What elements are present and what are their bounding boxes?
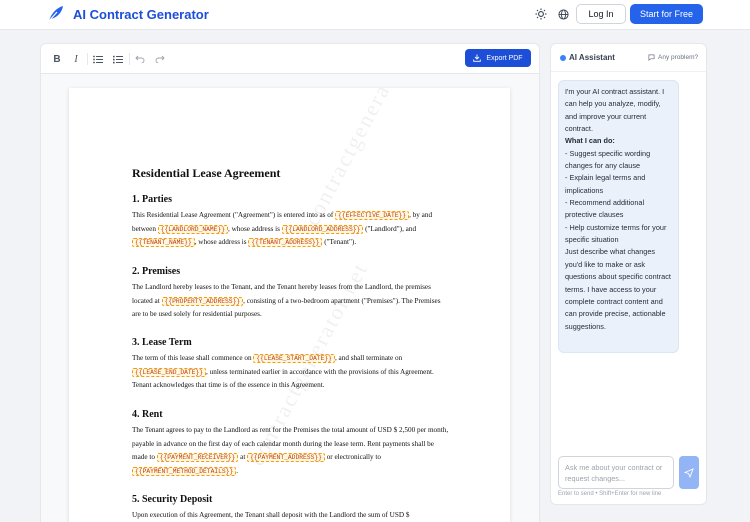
- assistant-message: I'm your AI contract assistant. I can he…: [558, 80, 679, 353]
- message-intro: I'm your AI contract assistant. I can he…: [565, 87, 665, 134]
- top-header: AI Contract Generator Log In Start for F…: [0, 0, 750, 30]
- section-paragraph[interactable]: Upon execution of this Agreement, the Te…: [132, 509, 450, 522]
- editor-panel: B I Export PDF contractgenerator.net con…: [40, 43, 540, 522]
- send-icon: [684, 467, 694, 478]
- assistant-header: AI Assistant Any problem?: [551, 44, 706, 72]
- placeholder-field[interactable]: {{LANDLORD_NAME}}: [157, 224, 228, 234]
- section-paragraph[interactable]: The Landlord hereby leases to the Tenant…: [132, 281, 450, 322]
- placeholder-field[interactable]: {{PAYMENT_METHOD_DETAILS}}: [132, 466, 237, 476]
- placeholder-field[interactable]: {{LANDLORD_ADDRESS}}: [281, 224, 364, 234]
- message-item: - Help customize terms for your specific…: [565, 222, 667, 245]
- section-heading: 5. Security Deposit: [132, 494, 213, 505]
- placeholder-field[interactable]: {{LEASE_START_DATE}}: [253, 354, 335, 363]
- bold-button[interactable]: B: [49, 51, 65, 67]
- placeholder-field[interactable]: {{TENANT_NAME}}: [132, 238, 195, 248]
- placeholder-field[interactable]: {{LEASE_END_DATE}}: [132, 367, 207, 377]
- assistant-title: AI Assistant: [569, 53, 615, 62]
- export-pdf-button[interactable]: Export PDF: [465, 49, 531, 67]
- message-heading: What I can do:: [565, 136, 615, 146]
- message-outro: Just describe what changes you'd like to…: [565, 247, 671, 331]
- message-item: - Suggest specific wording changes for a…: [565, 148, 651, 171]
- message-item: - Recommend additional protective clause…: [565, 198, 645, 220]
- editor-toolbar: B I Export PDF: [41, 44, 539, 74]
- section-heading: 1. Parties: [132, 194, 172, 205]
- chat-input[interactable]: Ask me about your contract or request ch…: [558, 456, 674, 489]
- section-paragraph[interactable]: The Tenant agrees to pay to the Landlord…: [132, 424, 450, 478]
- input-hint: Enter to send • Shift+Enter for new line: [558, 491, 662, 497]
- document-page[interactable]: contractgenerator.net contractgenerator.…: [69, 88, 510, 522]
- section-paragraph[interactable]: This Residential Lease Agreement ("Agree…: [132, 209, 450, 250]
- status-dot-icon: [560, 55, 566, 61]
- chat-bubble-icon: [648, 54, 655, 61]
- login-button[interactable]: Log In: [576, 4, 626, 24]
- any-problem-label: Any problem?: [658, 54, 699, 61]
- ai-assistant-panel: AI Assistant Any problem? I'm your AI co…: [550, 43, 707, 505]
- globe-icon[interactable]: [555, 6, 571, 22]
- any-problem-link[interactable]: Any problem?: [648, 54, 698, 61]
- placeholder-field[interactable]: {{PROPERTY_ADDRESS}}: [161, 296, 244, 306]
- send-button[interactable]: [679, 456, 699, 489]
- placeholder-field[interactable]: {{PAYMENT_ADDRESS}}: [247, 453, 325, 463]
- undo-icon[interactable]: [132, 51, 148, 67]
- toolbar-divider: [129, 53, 130, 65]
- section-paragraph[interactable]: The term of this lease shall commence on…: [132, 352, 450, 393]
- placeholder-field[interactable]: {{PAYMENT_RECEIVER}}: [156, 453, 239, 463]
- placeholder-field[interactable]: {{TENANT_ADDRESS}}: [248, 238, 323, 248]
- section-heading: 3. Lease Term: [132, 337, 192, 348]
- toolbar-divider: [87, 53, 88, 65]
- feather-logo-icon[interactable]: [46, 4, 66, 24]
- document-title: Residential Lease Agreement: [132, 166, 281, 180]
- placeholder-field[interactable]: {{EFFECTIVE_DATE}}: [335, 211, 410, 220]
- section-heading: 2. Premises: [132, 266, 181, 277]
- start-free-button[interactable]: Start for Free: [630, 4, 703, 24]
- export-pdf-label: Export PDF: [486, 54, 523, 62]
- bullet-list-icon[interactable]: [90, 51, 106, 67]
- italic-button[interactable]: I: [68, 51, 84, 67]
- sun-icon[interactable]: [533, 6, 549, 22]
- section-heading: 4. Rent: [132, 409, 163, 420]
- download-icon: [473, 54, 482, 62]
- numbered-list-icon[interactable]: [110, 51, 126, 67]
- brand-name[interactable]: AI Contract Generator: [73, 7, 209, 22]
- message-item: - Explain legal terms and implications: [565, 173, 646, 195]
- redo-icon[interactable]: [152, 51, 168, 67]
